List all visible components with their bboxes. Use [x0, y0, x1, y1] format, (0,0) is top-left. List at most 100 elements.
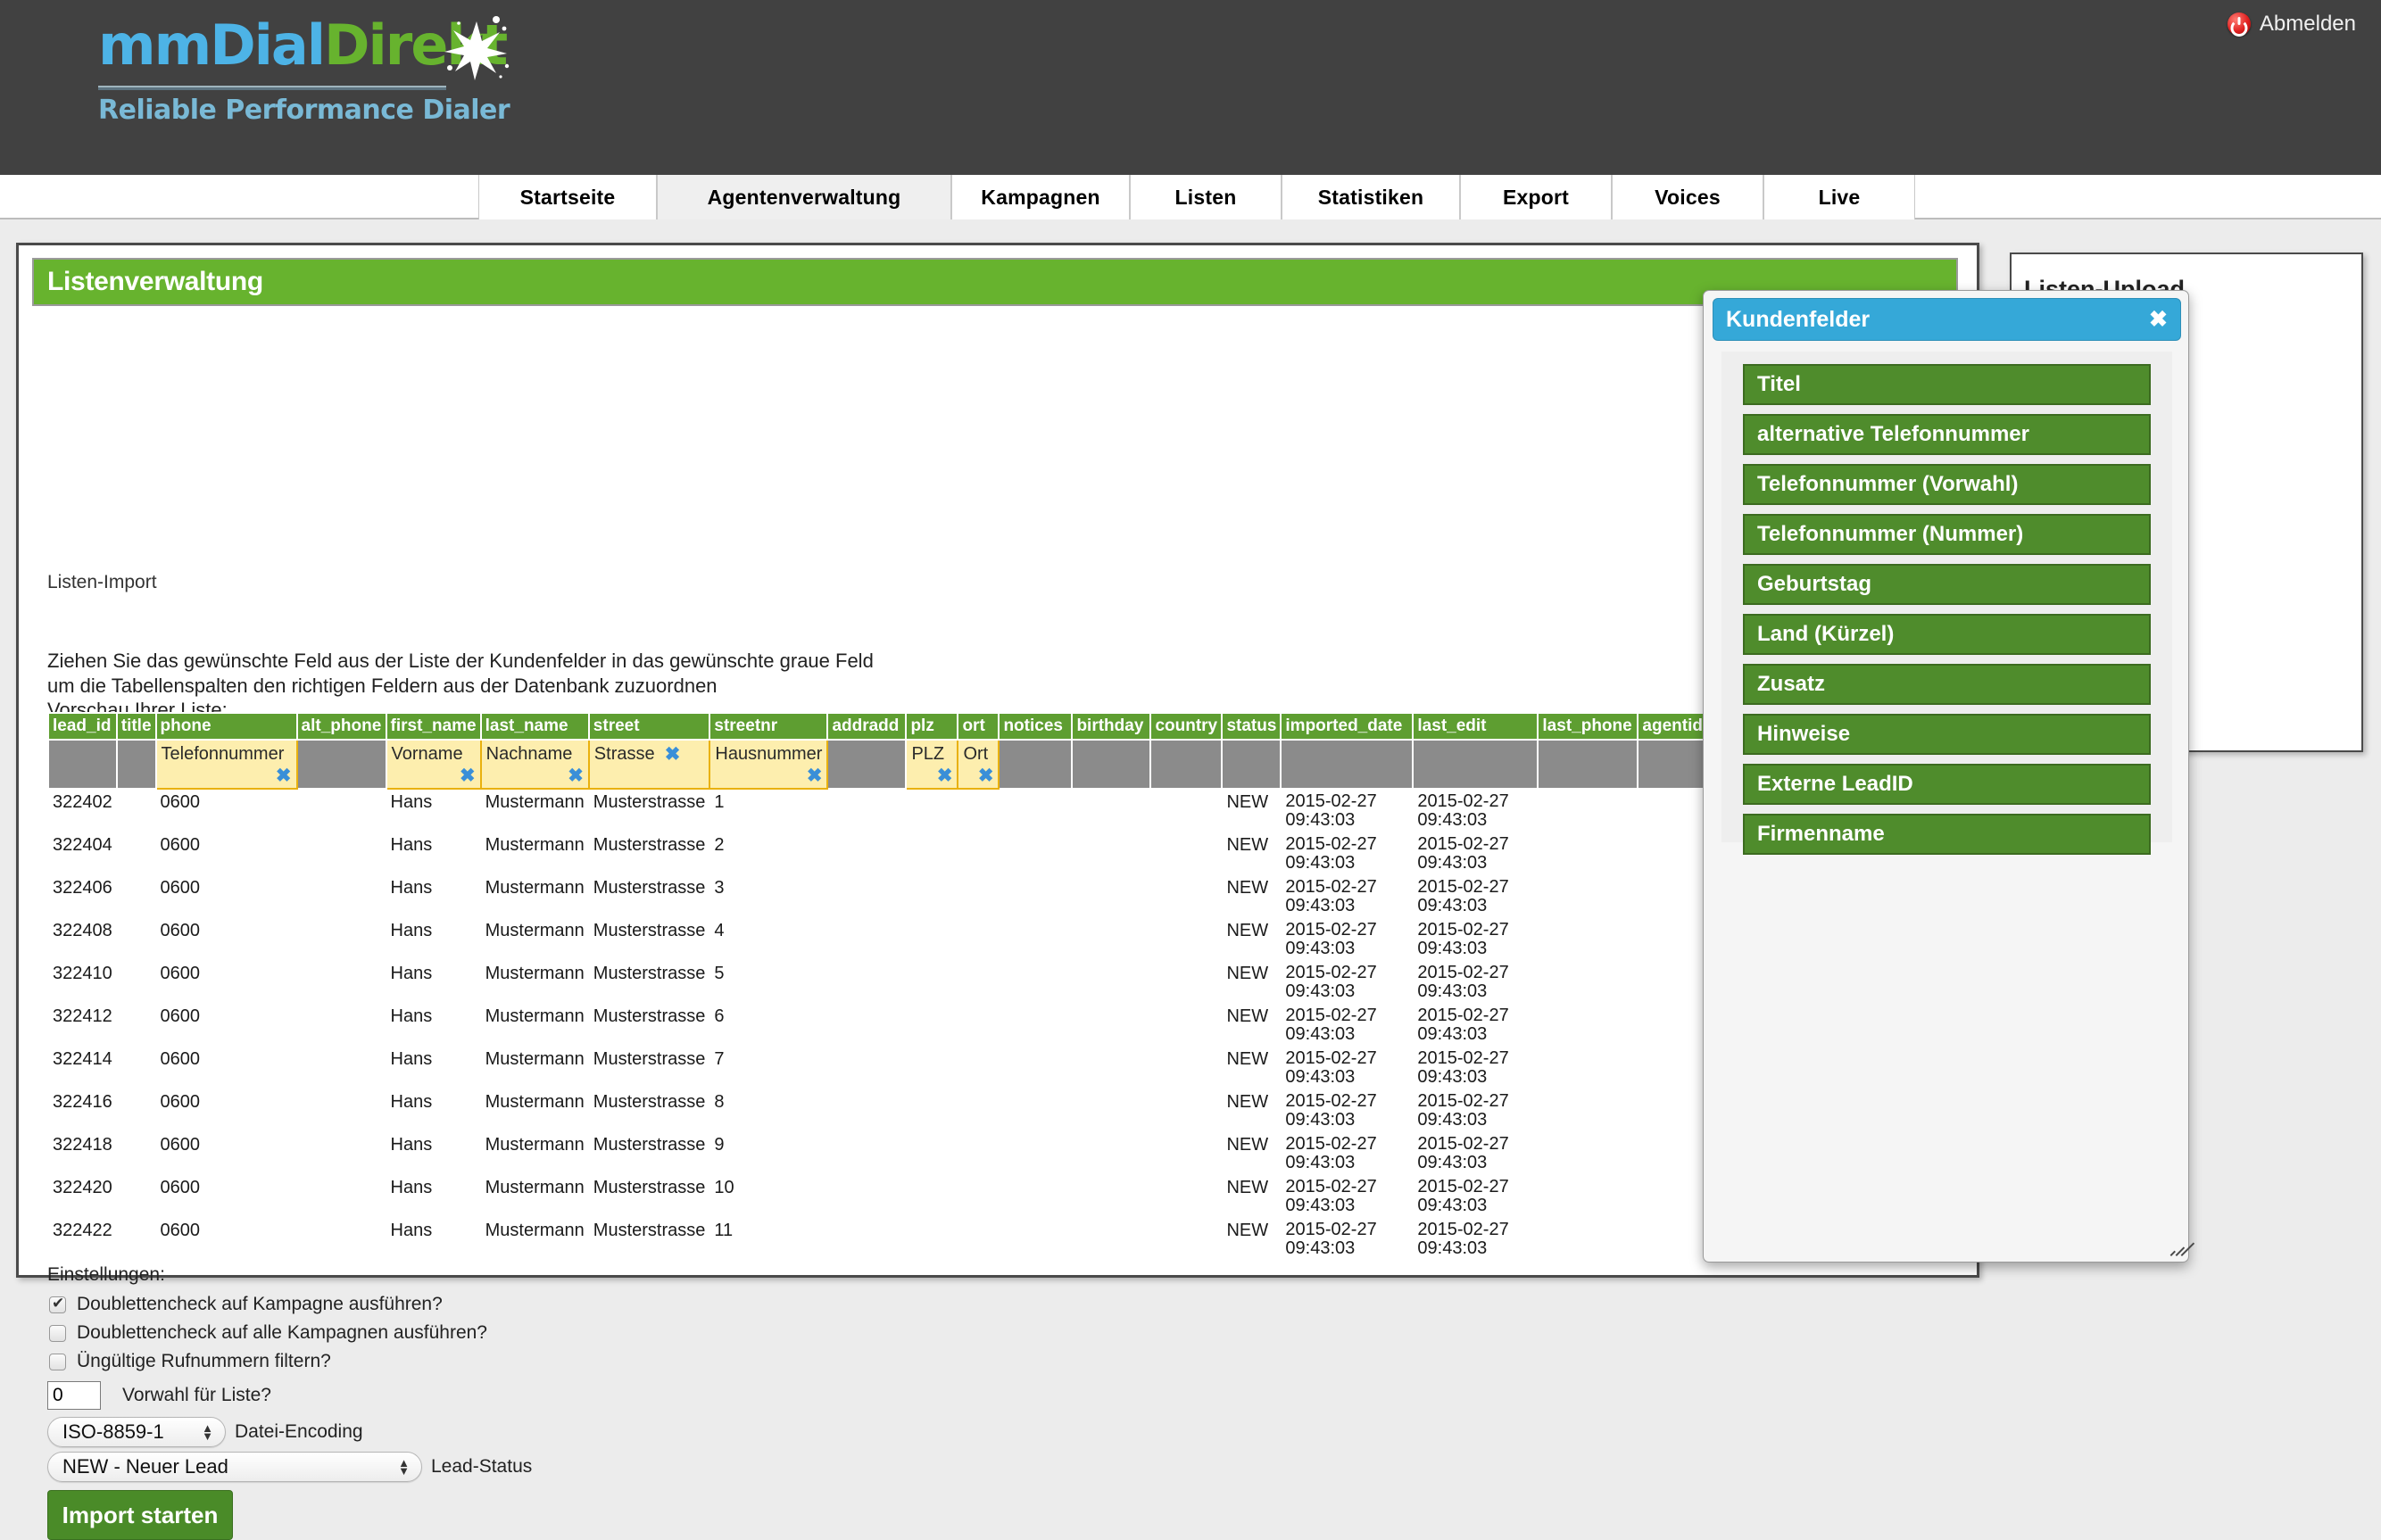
mapping-cell-street[interactable]: Strasse ✖	[587, 739, 711, 790]
logo-subtitle: Reliable Performance Dialer	[98, 95, 510, 126]
cell-phone: 0600	[160, 1221, 201, 1240]
mapping-cell-notices[interactable]	[998, 739, 1074, 790]
kundenfeld-item[interactable]: Titel	[1743, 364, 2151, 405]
cell-title	[117, 918, 156, 961]
mapping-cell-agentid[interactable]	[1637, 739, 1713, 790]
mapping-cell-plz[interactable]: PLZ ✖	[905, 739, 959, 790]
remove-mapping-icon[interactable]: ✖	[460, 766, 476, 785]
cell-status: NEW	[1226, 878, 1269, 898]
cell-birthday	[1072, 1175, 1150, 1218]
cell-first_name: Hans	[390, 1092, 433, 1112]
table-row: 322412 0600 Hans Mustermann Musterstrasse 6 NE…	[48, 1004, 1829, 1047]
mapping-cell-status[interactable]	[1221, 739, 1282, 790]
cell-alt_phone	[297, 1089, 386, 1132]
mapping-cell-first_name[interactable]: Vorname ✖	[385, 739, 482, 790]
cell-agentid	[1638, 832, 1711, 875]
cell-first_name: Hans	[390, 878, 433, 898]
mapping-cell-alt_phone[interactable]	[295, 739, 387, 790]
mapping-cell-birthday[interactable]	[1071, 739, 1152, 790]
mapping-cell-inner	[1638, 741, 1710, 788]
nav-item-live[interactable]: Live	[1763, 175, 1915, 219]
mapping-cell-last_edit[interactable]	[1412, 739, 1539, 790]
resize-handle[interactable]	[2163, 1237, 2195, 1256]
page-title: Listenverwaltung	[32, 258, 1958, 306]
remove-mapping-icon[interactable]: ✖	[978, 766, 994, 785]
cell-last_phone	[1538, 789, 1638, 832]
cell-lead_id: 322418	[53, 1135, 112, 1155]
checkbox-label: Doublettencheck auf alle Kampagnen ausfü…	[77, 1322, 487, 1343]
kundenfeld-item[interactable]: Geburtstag	[1743, 564, 2151, 605]
remove-mapping-icon[interactable]: ✖	[568, 766, 584, 785]
kundenfeld-item[interactable]: Telefonnummer (Nummer)	[1743, 514, 2151, 555]
nav-item-kampagnen[interactable]: Kampagnen	[951, 175, 1130, 219]
column-header-streetnr: streetnr	[709, 712, 829, 741]
mapping-cell-imported_date[interactable]	[1280, 739, 1414, 790]
cell-streetnr: 9	[714, 1135, 725, 1155]
cell-streetnr: 8	[714, 1092, 725, 1112]
mapping-cell-country[interactable]	[1149, 739, 1224, 790]
dialog-titlebar[interactable]: Kundenfelder ✖	[1713, 298, 2181, 341]
cell-notices	[999, 1004, 1072, 1047]
import-start-button[interactable]: Import starten	[47, 1490, 233, 1540]
kundenfeld-item[interactable]: Externe LeadID	[1743, 764, 2151, 805]
cell-addradd	[827, 1175, 906, 1218]
nav-item-statistiken[interactable]: Statistiken	[1282, 175, 1460, 219]
cell-country	[1150, 789, 1222, 832]
mapping-cell-last_phone[interactable]	[1537, 739, 1639, 790]
cell-streetnr: 7	[714, 1049, 725, 1069]
cell-agentid	[1638, 1175, 1711, 1218]
nav-item-listen[interactable]: Listen	[1130, 175, 1282, 219]
logout-button[interactable]: Abmelden	[2227, 9, 2356, 39]
table-header-row: lead_id title phone alt_phone first_name last…	[47, 712, 1830, 741]
remove-mapping-icon[interactable]: ✖	[665, 745, 681, 764]
column-header-lead_id: lead_id	[47, 712, 118, 741]
cell-first_name: Hans	[390, 921, 433, 940]
mapping-cell-title[interactable]	[115, 739, 157, 790]
checkbox-3[interactable]	[49, 1353, 66, 1370]
prefix-input[interactable]	[47, 1381, 101, 1410]
kundenfeld-item[interactable]: Zusatz	[1743, 664, 2151, 705]
close-icon[interactable]: ✖	[2149, 308, 2168, 331]
cell-last_edit: 2015-02-27 09:43:03	[1417, 877, 1509, 915]
nav-item-export[interactable]: Export	[1460, 175, 1612, 219]
checkbox-2[interactable]	[49, 1324, 66, 1342]
remove-mapping-icon[interactable]: ✖	[276, 766, 292, 785]
nav-item-voices[interactable]: Voices	[1612, 175, 1763, 219]
main-navigation: Startseite Agentenverwaltung Kampagnen List…	[0, 175, 2381, 219]
encoding-select[interactable]: ISO-8859-1 ▲ ▼	[47, 1417, 226, 1447]
cell-last_name: Mustermann	[485, 835, 585, 855]
kundenfeld-item[interactable]: Telefonnummer (Vorwahl)	[1743, 464, 2151, 505]
nav-item-startseite[interactable]: Startseite	[478, 175, 657, 219]
mapping-cell-lead_id[interactable]	[47, 739, 118, 790]
cell-imported_date: 2015-02-27 09:43:03	[1285, 834, 1377, 873]
cell-ort	[958, 1175, 999, 1218]
nav-item-agentenverwaltung[interactable]: Agentenverwaltung	[657, 175, 951, 219]
remove-mapping-icon[interactable]: ✖	[807, 766, 823, 785]
mapping-cell-addradd[interactable]	[826, 739, 908, 790]
kundenfeld-item[interactable]: alternative Telefonnummer	[1743, 414, 2151, 455]
cell-title	[117, 789, 156, 832]
logo-text-dial: Dial	[210, 12, 326, 78]
cell-title	[117, 1047, 156, 1089]
settings-checkbox-list: Doublettencheck auf Kampagne ausführen? D…	[47, 1290, 532, 1376]
cell-plz	[906, 1089, 958, 1132]
lead-status-select[interactable]: NEW - Neuer Lead ▲ ▼	[47, 1452, 422, 1482]
mapped-field-label: Ort	[963, 744, 989, 764]
cell-alt_phone	[297, 1004, 386, 1047]
mapping-cell-ort[interactable]: Ort ✖	[957, 739, 1000, 790]
kundenfeld-item[interactable]: Hinweise	[1743, 714, 2151, 755]
mapping-cell-inner	[298, 741, 386, 788]
mapping-cell-phone[interactable]: Telefonnummer ✖	[154, 739, 298, 790]
cell-alt_phone	[297, 918, 386, 961]
mapping-cell-last_name[interactable]: Nachname ✖	[479, 739, 590, 790]
kundenfeld-item[interactable]: Land (Kürzel)	[1743, 614, 2151, 655]
mapping-cell-streetnr[interactable]: Hausnummer ✖	[709, 739, 829, 790]
cell-plz	[906, 1175, 958, 1218]
cell-last_phone	[1538, 1218, 1638, 1261]
remove-mapping-icon[interactable]: ✖	[937, 766, 953, 785]
mapping-cell-inner: Vorname ✖	[387, 741, 480, 788]
cell-alt_phone	[297, 961, 386, 1004]
checkbox-1[interactable]	[49, 1295, 66, 1313]
kundenfeld-item[interactable]: Firmenname	[1743, 814, 2151, 855]
